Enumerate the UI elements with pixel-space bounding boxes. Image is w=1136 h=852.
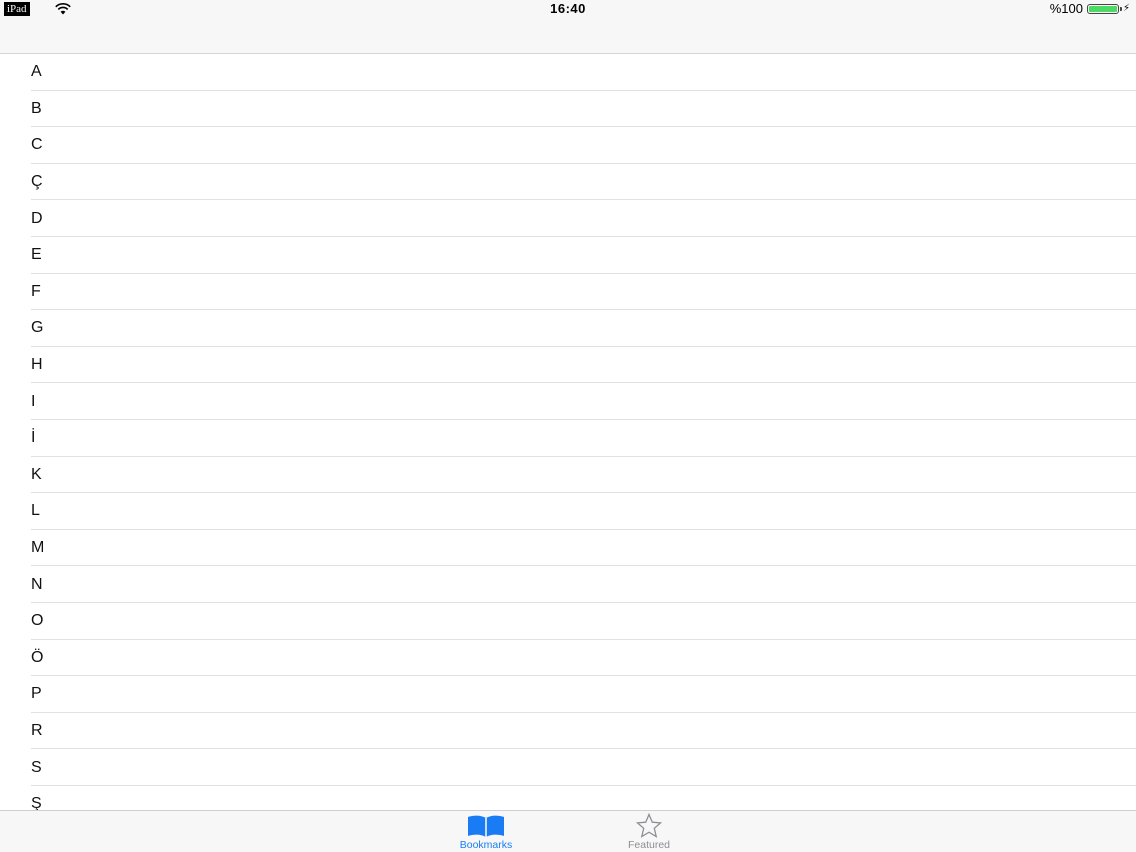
tab-label-bookmarks: Bookmarks <box>459 839 513 851</box>
battery-fill <box>1088 5 1117 12</box>
list-item[interactable]: C <box>0 127 1136 164</box>
list-item-label: K <box>31 465 42 483</box>
list-item-label: H <box>31 356 43 374</box>
tab-featured[interactable]: Featured <box>589 813 709 851</box>
list-item-label: N <box>31 575 43 593</box>
list-item[interactable]: Ş <box>0 786 1136 811</box>
charging-bolt-icon: ⚡ <box>1122 3 1130 14</box>
list-item[interactable]: K <box>0 457 1136 494</box>
list-item[interactable]: I <box>0 383 1136 420</box>
status-time: 16:40 <box>550 1 586 16</box>
list-item[interactable]: Ö <box>0 640 1136 677</box>
list-item-label: S <box>31 758 42 776</box>
list-item-label: L <box>31 502 40 520</box>
battery-indicator: %100 ⚡ <box>1050 1 1130 16</box>
list-item-label: C <box>31 136 43 154</box>
list-item[interactable]: B <box>0 91 1136 128</box>
list-item[interactable]: N <box>0 566 1136 603</box>
list-item[interactable]: O <box>0 603 1136 640</box>
list-item[interactable]: D <box>0 200 1136 237</box>
list-item[interactable]: İ <box>0 420 1136 457</box>
list-item-label: F <box>31 282 41 300</box>
letter-list[interactable]: AB C ÇD EF G HI İK L MN OÖ PR S Ş <box>0 54 1136 811</box>
list-item[interactable]: S <box>0 749 1136 786</box>
list-item[interactable]: M <box>0 530 1136 567</box>
list-item[interactable]: A <box>0 54 1136 91</box>
list-item-label: Ç <box>31 173 43 191</box>
list-item[interactable]: H <box>0 347 1136 384</box>
list-item[interactable]: R <box>0 713 1136 750</box>
list-item-label: I <box>31 392 36 410</box>
star-icon <box>635 813 663 838</box>
list-item-label: G <box>31 319 44 337</box>
list-item[interactable]: G <box>0 310 1136 347</box>
list-item[interactable]: E <box>0 237 1136 274</box>
list-item-label: E <box>31 246 42 264</box>
list-item-label: P <box>31 685 42 703</box>
list-item-label: D <box>31 209 43 227</box>
battery-icon <box>1086 3 1122 14</box>
tab-bookmarks[interactable]: Bookmarks <box>426 813 546 851</box>
status-bar: iPad 16:40 %100 ⚡ <box>0 0 1136 17</box>
battery-percent: %100 <box>1049 1 1083 16</box>
list-item-label: R <box>31 721 43 739</box>
list-item-label: A <box>31 63 42 81</box>
list-item[interactable]: P <box>0 676 1136 713</box>
list-item[interactable]: L <box>0 493 1136 530</box>
tab-bar: Bookmarks Featured <box>0 810 1136 852</box>
list-item-label: B <box>31 99 42 117</box>
list-item[interactable]: F <box>0 274 1136 311</box>
list-item-label: O <box>31 612 44 630</box>
navigation-bar <box>0 17 1136 54</box>
list-item-label: Ö <box>31 648 44 666</box>
book-icon <box>468 815 504 837</box>
list-item[interactable]: Ç <box>0 164 1136 201</box>
tab-label-featured: Featured <box>627 839 671 851</box>
list-item-label: M <box>31 539 45 557</box>
list-item-label: İ <box>31 429 36 447</box>
list-item-label: Ş <box>31 795 42 811</box>
